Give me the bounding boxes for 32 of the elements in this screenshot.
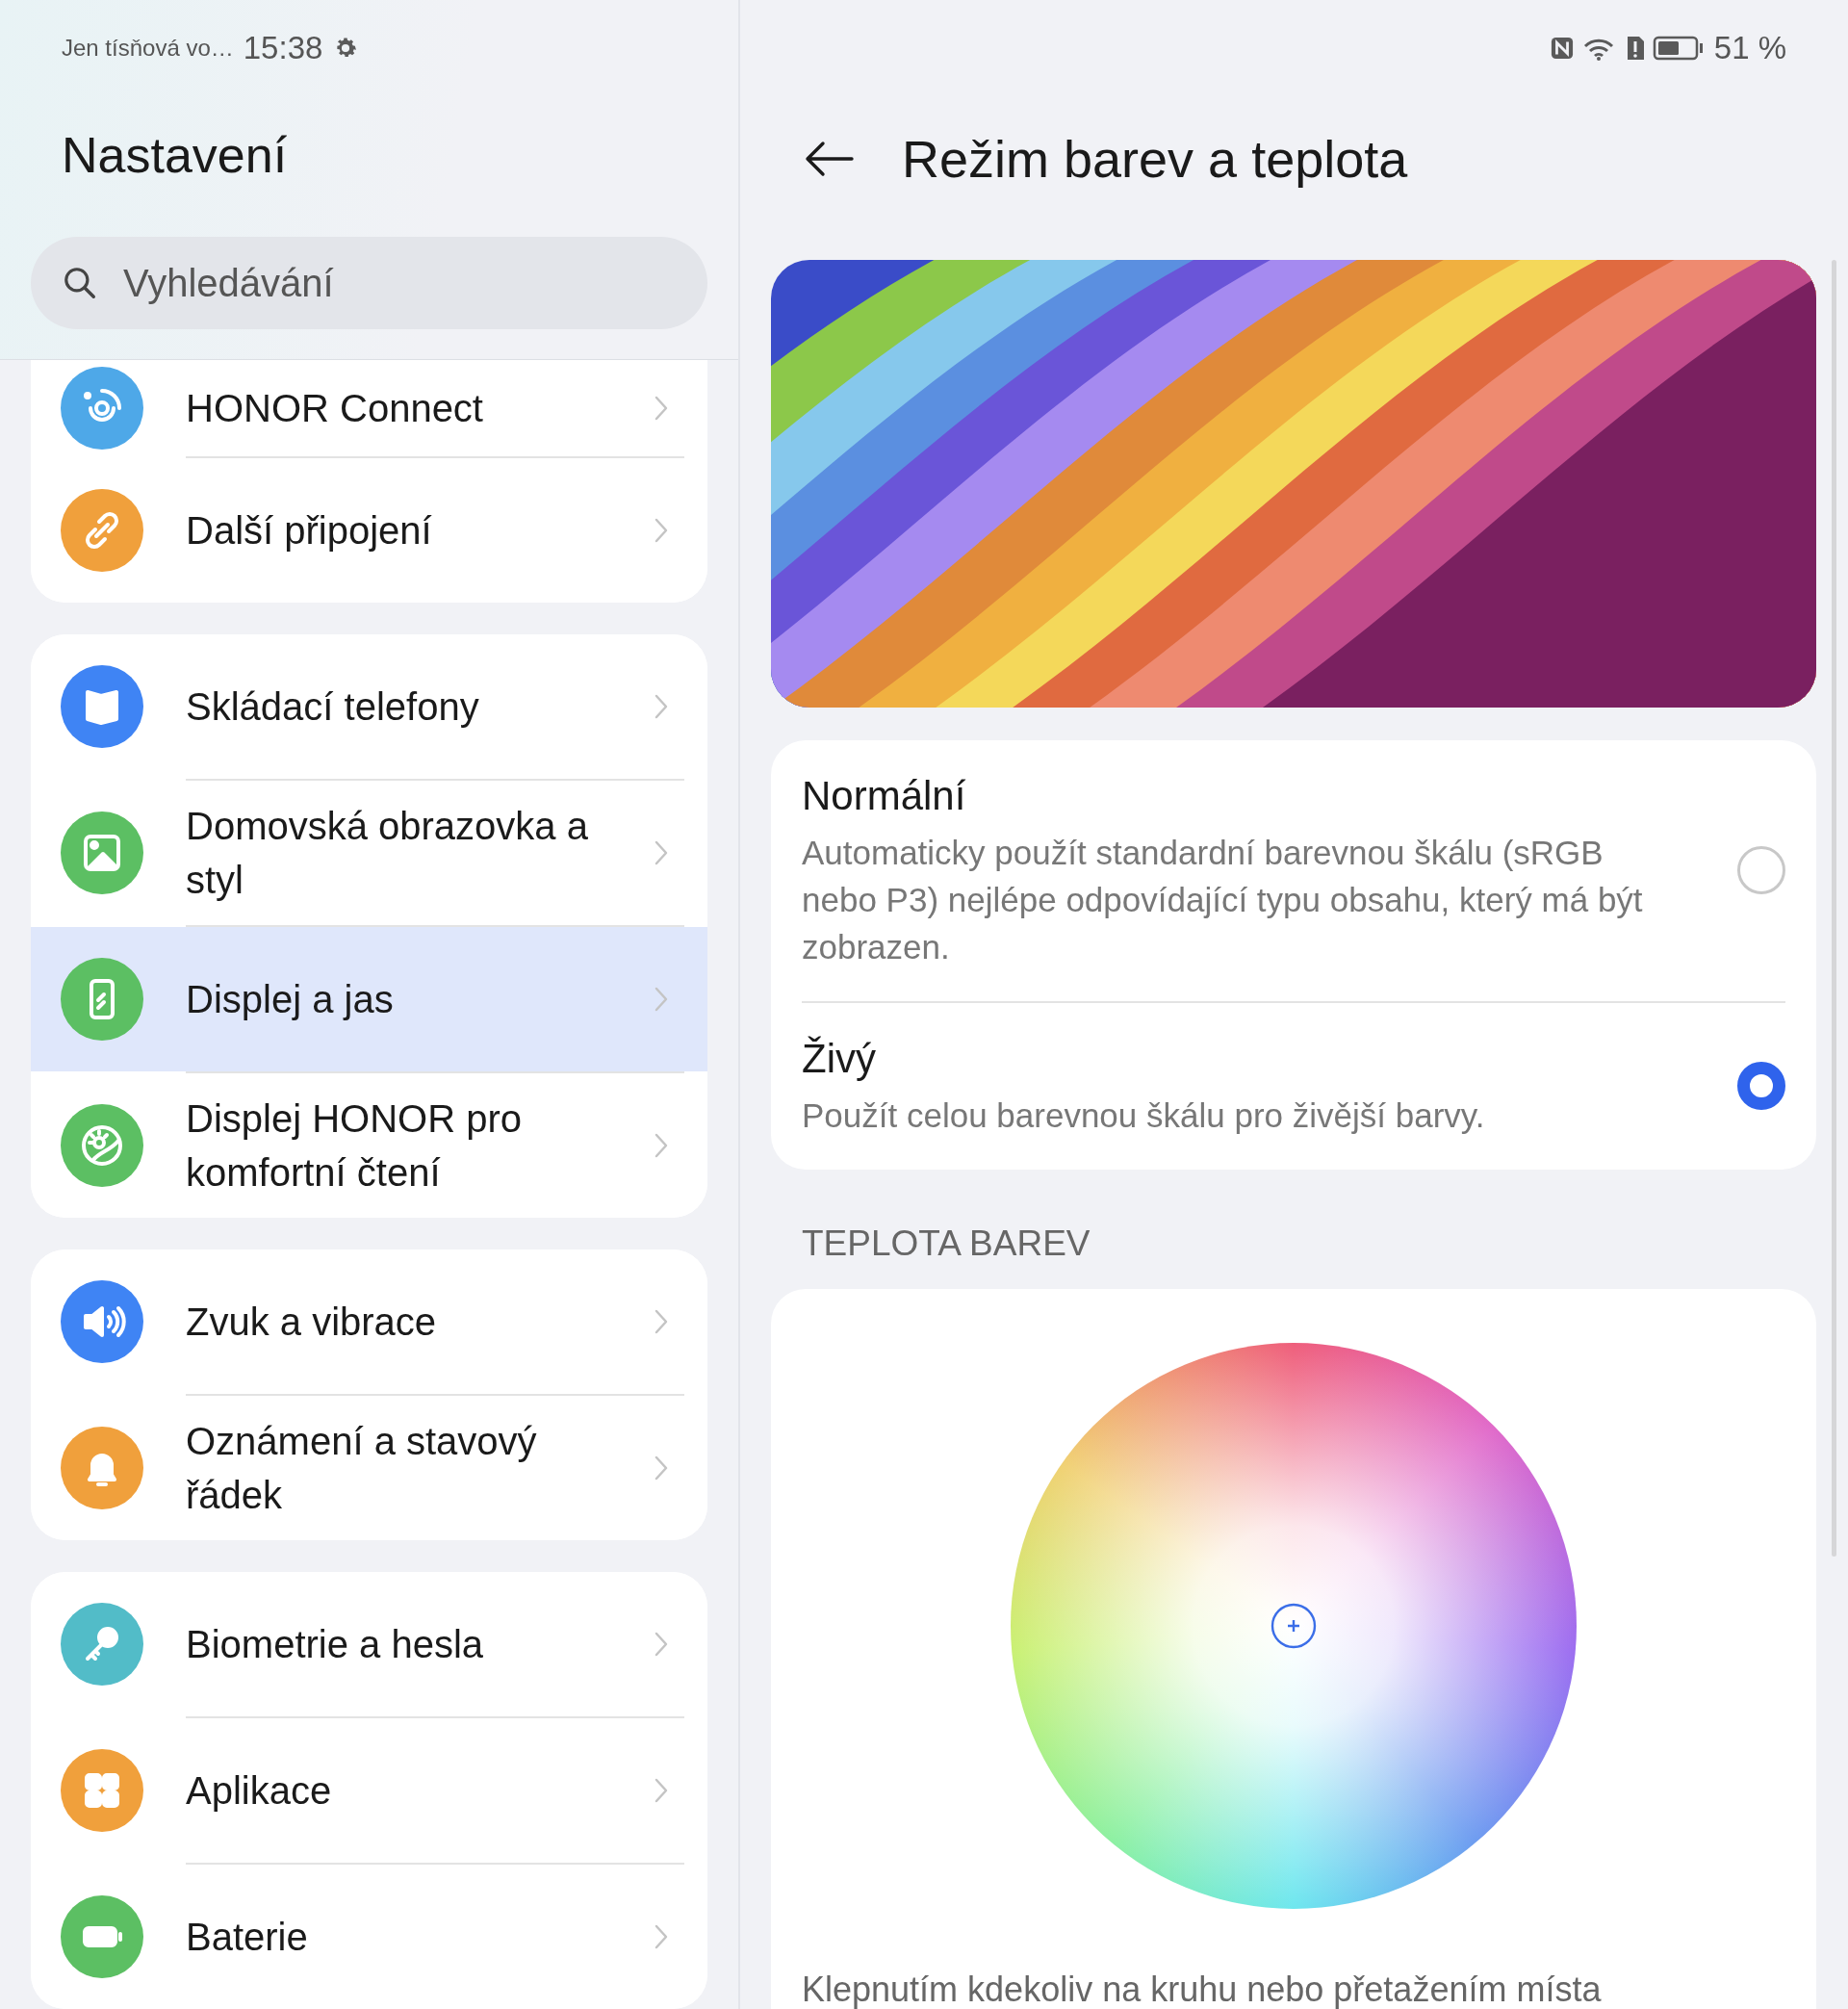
page-title: Nastavení (62, 126, 289, 185)
chevron-icon (654, 1455, 669, 1481)
search-field[interactable]: Vyhledávání (31, 237, 707, 329)
chevron-icon (654, 1923, 669, 1950)
chevron-icon (654, 1308, 669, 1335)
chevron-icon (654, 1777, 669, 1804)
chevron-icon (654, 395, 669, 422)
mode-option[interactable]: Živý Použít celou barevnou škálu pro živější barvy. (802, 1003, 1785, 1170)
settings-item[interactable]: Displej a jas (31, 927, 707, 1071)
chevron-icon (654, 839, 669, 866)
radio-button[interactable] (1737, 845, 1785, 894)
option-title: Živý (802, 1035, 877, 1083)
radio-button[interactable] (1737, 1061, 1785, 1110)
section-title: TEPLOTA BAREV (801, 1223, 1091, 1265)
option-description: Použít celou barevnou škálu pro živější barvy. (802, 1095, 1486, 1136)
chevron-icon (654, 986, 669, 1013)
carrier-text: Jen tísňová vo… (62, 35, 234, 62)
chevron-icon (654, 517, 669, 544)
battery-icon (1652, 35, 1705, 62)
chevron-icon (654, 693, 669, 720)
chevron-icon (654, 1132, 669, 1159)
option-description: Automaticky použít standardní barevnou škálu (sRGB nebo P3) nejlépe odpovídající typu obsahu, který má být zobrazen. (802, 833, 1644, 967)
battery-percentage: 51 % (1713, 30, 1786, 66)
crosshair-icon[interactable] (1270, 1602, 1318, 1650)
clock: 15:38 (243, 30, 323, 66)
nfc-icon (1550, 35, 1574, 62)
wheel-hint: Klepnutím kdekoliv na kruhu nebo přetažením místa (802, 1969, 1602, 2009)
option-title: Normální (802, 772, 967, 820)
chevron-icon (654, 1631, 669, 1658)
mode-option[interactable]: Normální Automaticky použít standardní barevnou škálu (sRGB nebo P3) nejlépe odpovídající typu obsahu, který má být zobrazen. (802, 740, 1785, 1001)
search-icon (62, 265, 98, 301)
page-title: Režim barev a teplota (902, 129, 1408, 189)
